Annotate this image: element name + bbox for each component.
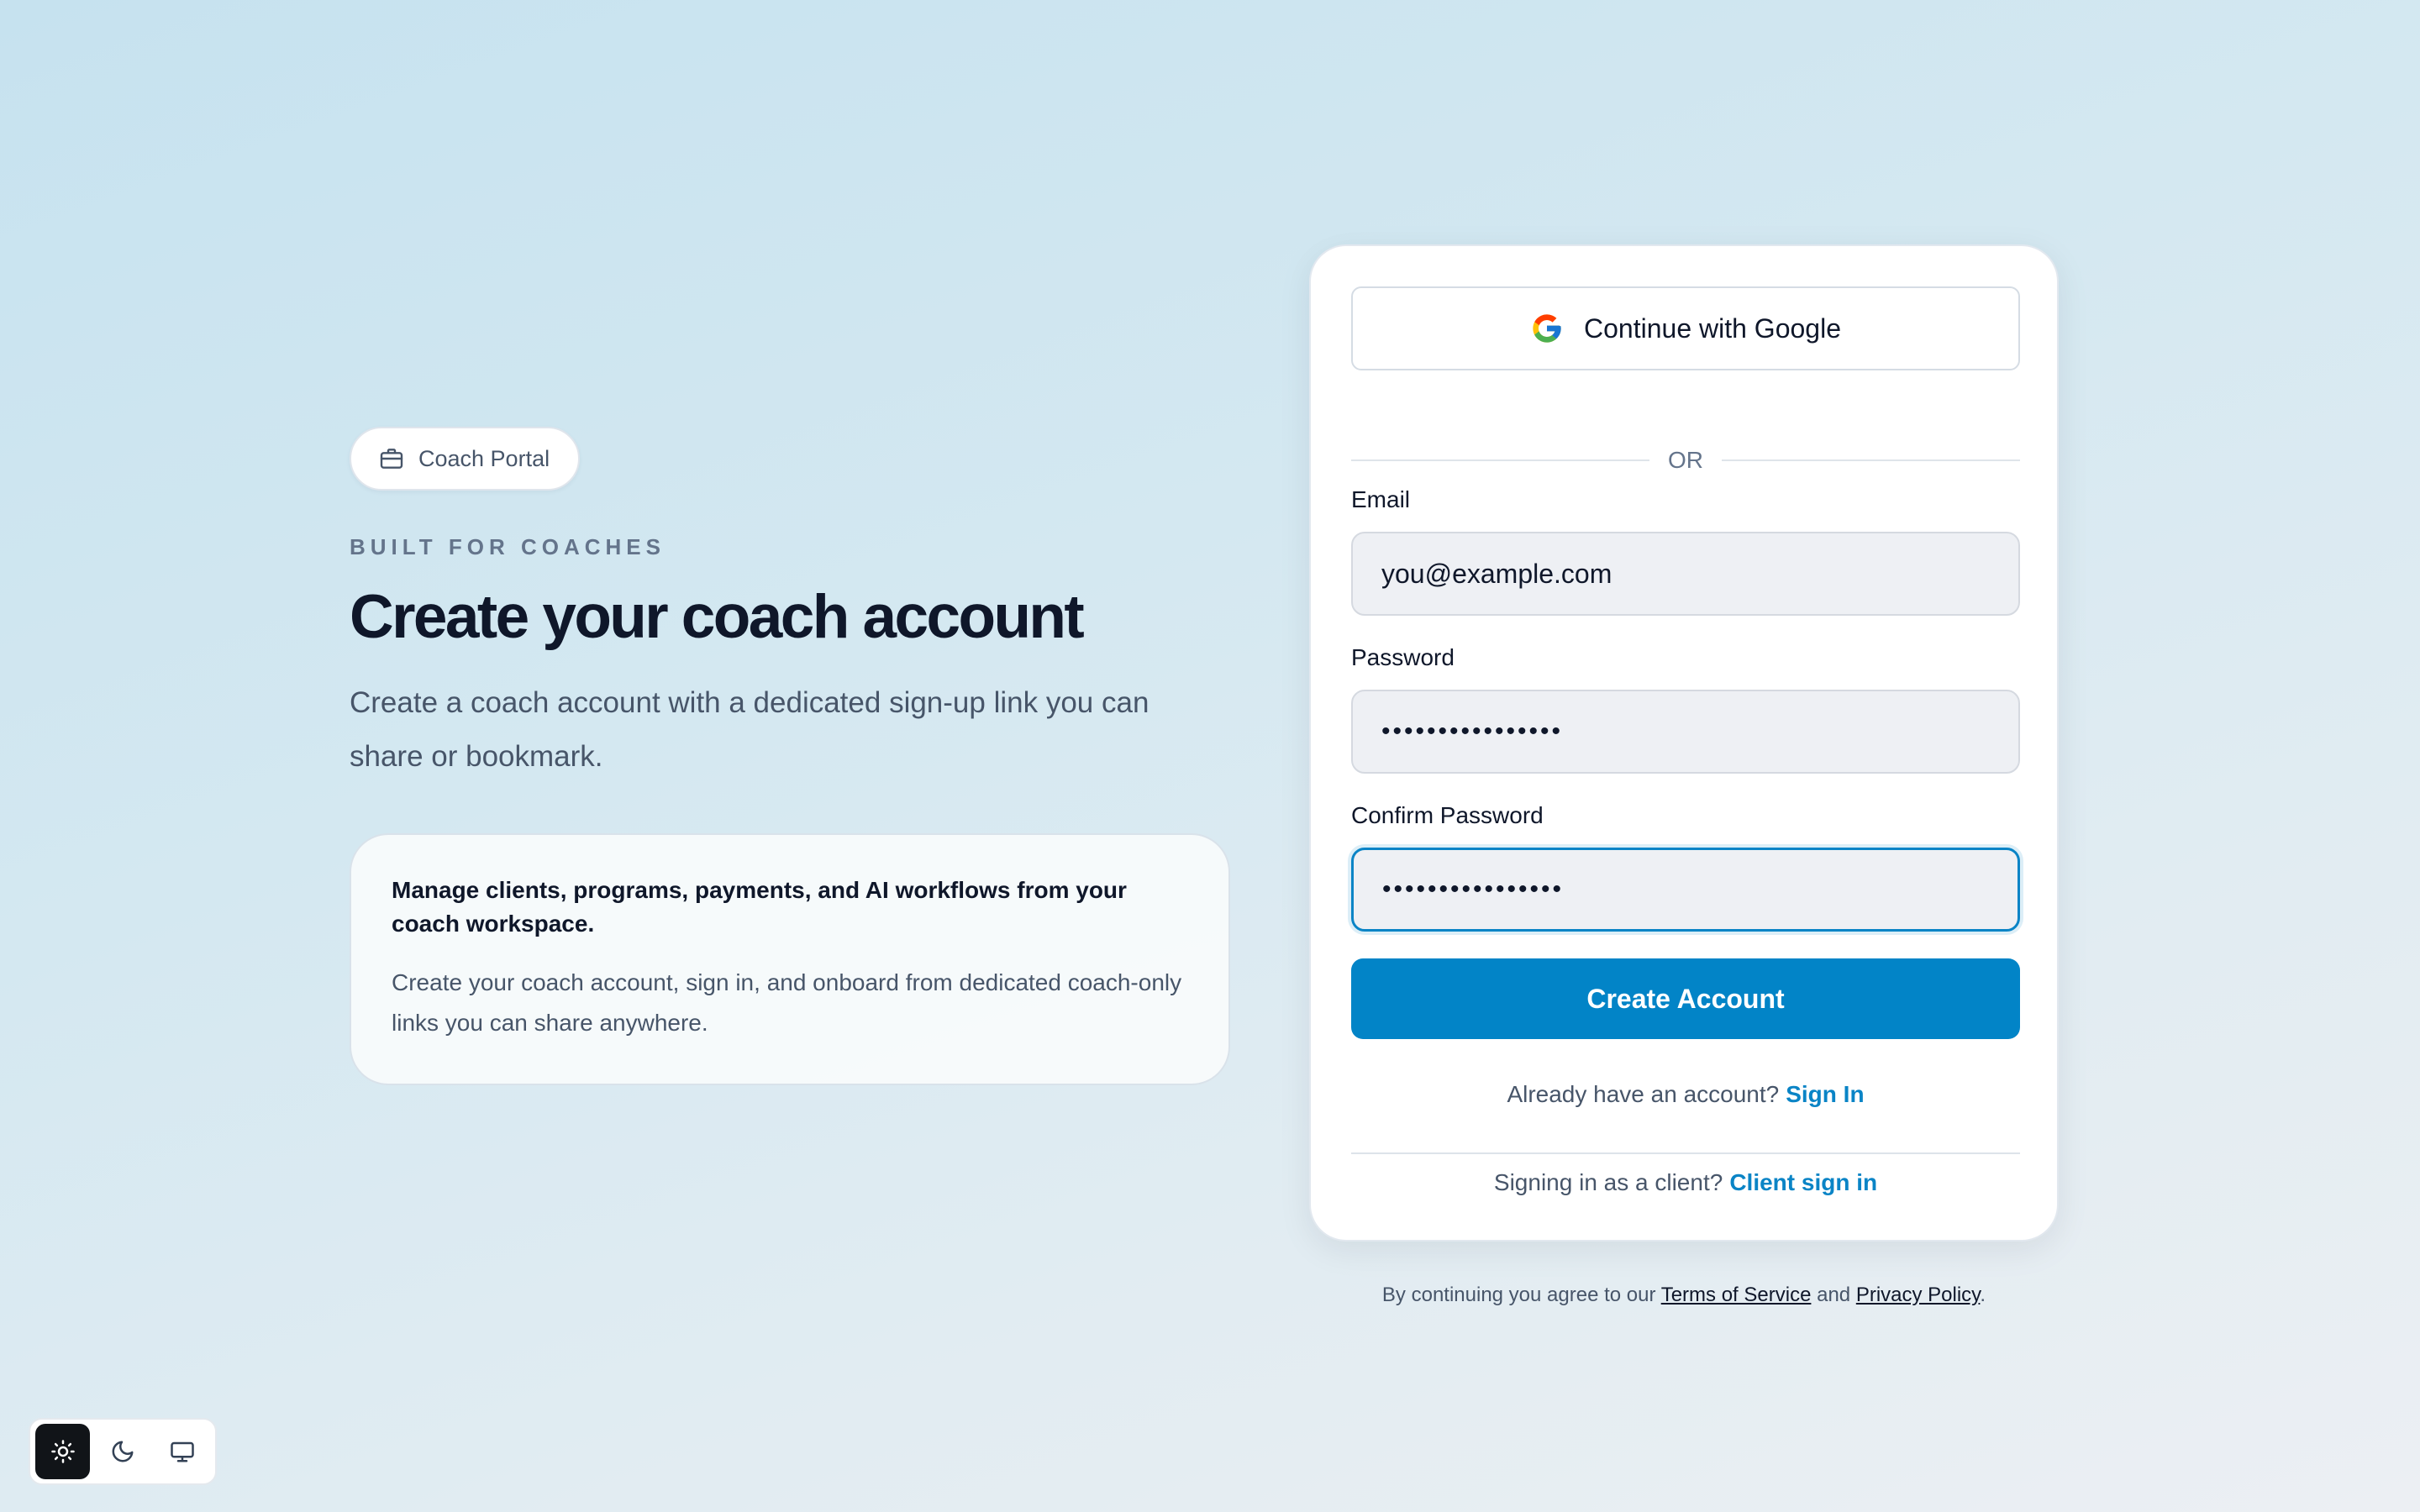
eyebrow-text: BUILT FOR COACHES [350,534,666,559]
google-icon [1530,312,1564,345]
create-account-button[interactable]: Create Account [1351,958,2020,1039]
client-text: Signing in as a client? [1493,1169,1723,1195]
card-divider [1351,1152,2020,1154]
signup-card: Continue with Google OR Email Password C… [1309,244,2059,1242]
page-subtitle: Create a coach account with a dedicated … [350,686,1150,774]
briefcase-icon [378,445,405,472]
privacy-policy-link[interactable]: Privacy Policy [1856,1284,1981,1306]
legal-notice: By continuing you agree to our Terms of … [1309,1284,2059,1307]
sign-in-link[interactable]: Sign In [1786,1081,1864,1107]
hero-section: Coach Portal BUILT FOR COACHES Create yo… [350,427,1232,1085]
confirm-password-label: Confirm Password [1351,802,1544,828]
coach-portal-badge: Coach Portal [350,427,581,491]
password-label: Password [1351,644,1455,670]
system-theme-button[interactable] [155,1424,210,1479]
email-label: Email [1351,486,1411,512]
divider-line-left [1351,459,1649,461]
light-theme-button[interactable] [35,1424,91,1479]
terms-of-service-link[interactable]: Terms of Service [1661,1284,1812,1306]
info-card: Manage clients, programs, payments, and … [350,833,1230,1085]
continue-with-google-button[interactable]: Continue with Google [1351,286,2020,370]
client-sign-in-row: Signing in as a client? Client sign in [1351,1169,2020,1196]
password-field[interactable] [1381,717,1990,746]
page-title: Create your coach account [350,583,1085,651]
or-divider: OR [1351,446,2020,475]
google-button-label: Continue with Google [1584,312,1841,344]
or-text: OR [1668,447,1703,473]
sun-icon [50,1439,76,1464]
info-card-body: Create your coach account, sign in, and … [392,969,1182,1036]
have-account-text: Already have an account? [1507,1081,1780,1107]
legal-suffix: . [1980,1284,1986,1306]
client-sign-in-link[interactable]: Client sign in [1729,1169,1877,1195]
sign-in-row: Already have an account? Sign In [1351,1081,2020,1108]
confirm-password-field[interactable] [1382,875,1989,904]
divider-line-right [1722,459,2020,461]
password-field-wrapper [1351,690,2020,774]
moon-icon [110,1439,135,1464]
legal-prefix: By continuing you agree to our [1381,1284,1656,1306]
theme-toggle [29,1418,217,1485]
legal-and: and [1817,1284,1851,1306]
monitor-icon [170,1439,195,1464]
email-field[interactable] [1381,558,1990,590]
email-field-wrapper [1351,532,2020,616]
confirm-password-field-wrapper [1351,848,2020,932]
info-card-title: Manage clients, programs, payments, and … [392,877,1127,937]
badge-label: Coach Portal [418,445,550,471]
dark-theme-button[interactable] [95,1424,150,1479]
